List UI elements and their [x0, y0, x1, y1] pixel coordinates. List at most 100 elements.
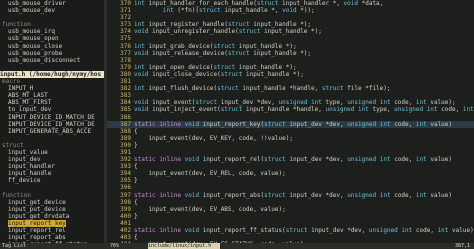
- tag-item[interactable]: input_get_drvdata: [0, 213, 104, 220]
- code-text[interactable]: {: [134, 199, 138, 206]
- tag-item[interactable]: usb_mouse_disconnect: [0, 57, 104, 64]
- code-line[interactable]: 373 int input_register_handle(struct inpu…: [107, 21, 474, 28]
- code-line[interactable]: 396: [107, 184, 474, 191]
- code-text[interactable]: }: [134, 142, 138, 149]
- line-number: 380: [120, 70, 131, 78]
- tag-item[interactable]: input_report_abs: [0, 234, 104, 241]
- code-text[interactable]: void input_unregister_handle(struct inpu…: [134, 28, 322, 35]
- line-number: 375: [120, 35, 131, 43]
- code-text[interactable]: int input_register_handle(struct input_h…: [134, 21, 311, 28]
- tag-item[interactable]: input_handle: [0, 170, 104, 177]
- status-cursor-position: 387,1: [454, 243, 470, 249]
- code-line[interactable]: 392 static inline void input_report_rel(s…: [107, 156, 474, 163]
- code-text[interactable]: void input_release_device(struct input_h…: [134, 50, 311, 57]
- code-text[interactable]: static inline void input_report_key(stru…: [134, 121, 452, 128]
- tag-item[interactable]: to_input_dev: [0, 106, 104, 113]
- file-path-header[interactable]: input.h (/home/hugh/nymy/hos: [0, 70, 104, 79]
- code-text[interactable]: }: [134, 177, 138, 184]
- code-text[interactable]: int input_handler_for_each_handle(struct…: [134, 0, 383, 7]
- line-number: 383: [120, 92, 131, 100]
- tag-item[interactable]: usb_mouse_irq: [0, 28, 104, 35]
- code-text[interactable]: int (*fn)(struct input_handle *, void *)…: [134, 7, 315, 14]
- code-text[interactable]: void input_event(struct input_dev *dev, …: [134, 99, 456, 106]
- tag-item[interactable]: usb_mouse_close: [0, 43, 104, 50]
- code-text[interactable]: void input_inject_event(struct input_han…: [134, 106, 474, 113]
- code-line[interactable]: 401: [107, 220, 474, 227]
- code-line[interactable]: 394 input_event(dev, EV_REL, code, value…: [107, 170, 474, 177]
- code-line[interactable]: 374 void input_unregister_handle(struct i…: [107, 28, 474, 35]
- selected-tag[interactable]: input_report_key: [8, 219, 66, 227]
- code-text[interactable]: input_event(dev, EV_REL, code, value);: [134, 170, 285, 177]
- code-text[interactable]: int input_grab_device(struct input_handl…: [134, 43, 297, 50]
- code-text[interactable]: {: [134, 128, 138, 135]
- code-text[interactable]: static inline void input_report_abs(stru…: [134, 192, 452, 199]
- code-text[interactable]: }: [134, 213, 138, 220]
- code-line[interactable]: 399 input_event(dev, EV_ABS, code, value…: [107, 206, 474, 213]
- tag-item[interactable]: usb_mouse_probe: [0, 50, 104, 57]
- code-line[interactable]: 388{: [107, 128, 474, 135]
- code-line[interactable]: 380 void input_close_device(struct input_…: [107, 71, 474, 78]
- tag-item[interactable]: ff_device: [0, 177, 104, 184]
- code-text[interactable]: static inline void input_report_rel(stru…: [134, 156, 452, 163]
- code-text[interactable]: int input_flush_device(struct input_hand…: [134, 85, 391, 92]
- code-line[interactable]: 389 input_event(dev, EV_KEY, code, !!val…: [107, 135, 474, 142]
- line-number: 389: [120, 134, 131, 142]
- code-line[interactable]: 395}: [107, 177, 474, 184]
- line-number: 394: [120, 170, 131, 178]
- tag-item[interactable]: INPUT_GENERATE_ABS_ACCE: [0, 128, 104, 135]
- code-text[interactable]: {: [134, 234, 138, 241]
- code-line[interactable]: 378: [107, 57, 474, 64]
- code-line[interactable]: 402 static inline void input_report_ff_st…: [107, 227, 474, 234]
- code-text[interactable]: void input_close_device(struct input_han…: [134, 71, 304, 78]
- code-text[interactable]: static inline void input_report_ff_statu…: [134, 227, 474, 234]
- code-line[interactable]: 390}: [107, 142, 474, 149]
- code-line[interactable]: 377 void input_release_device(struct inpu…: [107, 50, 474, 57]
- tag-item-selected[interactable]: input_report_key: [0, 219, 104, 227]
- line-number: 379: [120, 63, 131, 71]
- code-line[interactable]: 376 int input_grab_device(struct input_ha…: [107, 43, 474, 50]
- code-text[interactable]: input_event(dev, EV_KEY, code, !!value);: [134, 135, 293, 142]
- line-number: 393: [120, 163, 131, 171]
- code-line[interactable]: 387 static inline void input_report_key(s…: [107, 120, 474, 128]
- code-line[interactable]: 371 int (*fn)(struct input_handle *, voi…: [107, 7, 474, 14]
- code-line[interactable]: 383: [107, 92, 474, 99]
- tag-item[interactable]: usb_mouse_driver: [0, 0, 104, 7]
- tag-item[interactable]: input_get_device: [0, 199, 104, 206]
- code-line[interactable]: 403{: [107, 234, 474, 241]
- tag-list-pane[interactable]: usb_mouse_driver usb_mouse_dev function …: [0, 0, 104, 243]
- code-line[interactable]: 382 int input_flush_device(struct input_h…: [107, 85, 474, 92]
- line-number: 391: [120, 148, 131, 156]
- section-header-struct: struct: [2, 141, 24, 149]
- tag-item[interactable]: input_dev: [0, 156, 104, 163]
- code-line[interactable]: 397 static inline void input_report_abs(s…: [107, 192, 474, 199]
- code-line[interactable]: 393{: [107, 163, 474, 170]
- code-line[interactable]: 370 int input_handler_for_each_handle(str…: [107, 0, 474, 7]
- tag-item[interactable]: usb_mouse_dev: [0, 7, 104, 14]
- code-editor-pane[interactable]: 370 int input_handler_for_each_handle(str…: [107, 0, 474, 243]
- code-line[interactable]: 400}: [107, 213, 474, 220]
- tag-item[interactable]: input_handler: [0, 163, 104, 170]
- code-line[interactable]: 372: [107, 14, 474, 21]
- line-number: 376: [120, 42, 131, 50]
- tag-item[interactable]: input_report_rel: [0, 227, 104, 234]
- tag-item[interactable]: usb_mouse_open: [0, 35, 104, 42]
- tag-item[interactable]: input_value: [0, 149, 104, 156]
- code-line[interactable]: 398{: [107, 199, 474, 206]
- tag-item[interactable]: ABS_MT_LAST: [0, 92, 104, 99]
- code-text[interactable]: {: [134, 163, 138, 170]
- code-line[interactable]: 391: [107, 149, 474, 156]
- tag-item[interactable]: ABS_MT_FIRST: [0, 99, 104, 106]
- code-line[interactable]: 384 void input_event(struct input_dev *de…: [107, 99, 474, 106]
- code-line[interactable]: 375: [107, 35, 474, 42]
- code-line[interactable]: 386: [107, 114, 474, 121]
- code-line[interactable]: 381: [107, 78, 474, 85]
- tag-item[interactable]: input_put_device: [0, 206, 104, 213]
- code-line[interactable]: 379 int input_open_device(struct input_ha…: [107, 64, 474, 71]
- code-text[interactable]: input_event(dev, EV_ABS, code, value);: [134, 206, 285, 213]
- tag-item[interactable]: INPUT_DEVICE_ID_MATCH_DE: [0, 114, 104, 121]
- tag-item[interactable]: INPUT_H: [0, 85, 104, 92]
- code-text[interactable]: int input_open_device(struct input_handl…: [134, 64, 297, 71]
- line-number: 378: [120, 56, 131, 64]
- code-line[interactable]: 385 void input_inject_event(struct input_…: [107, 106, 474, 113]
- tag-item[interactable]: INPUT_DEVICE_ID_MATCH_DE: [0, 121, 104, 128]
